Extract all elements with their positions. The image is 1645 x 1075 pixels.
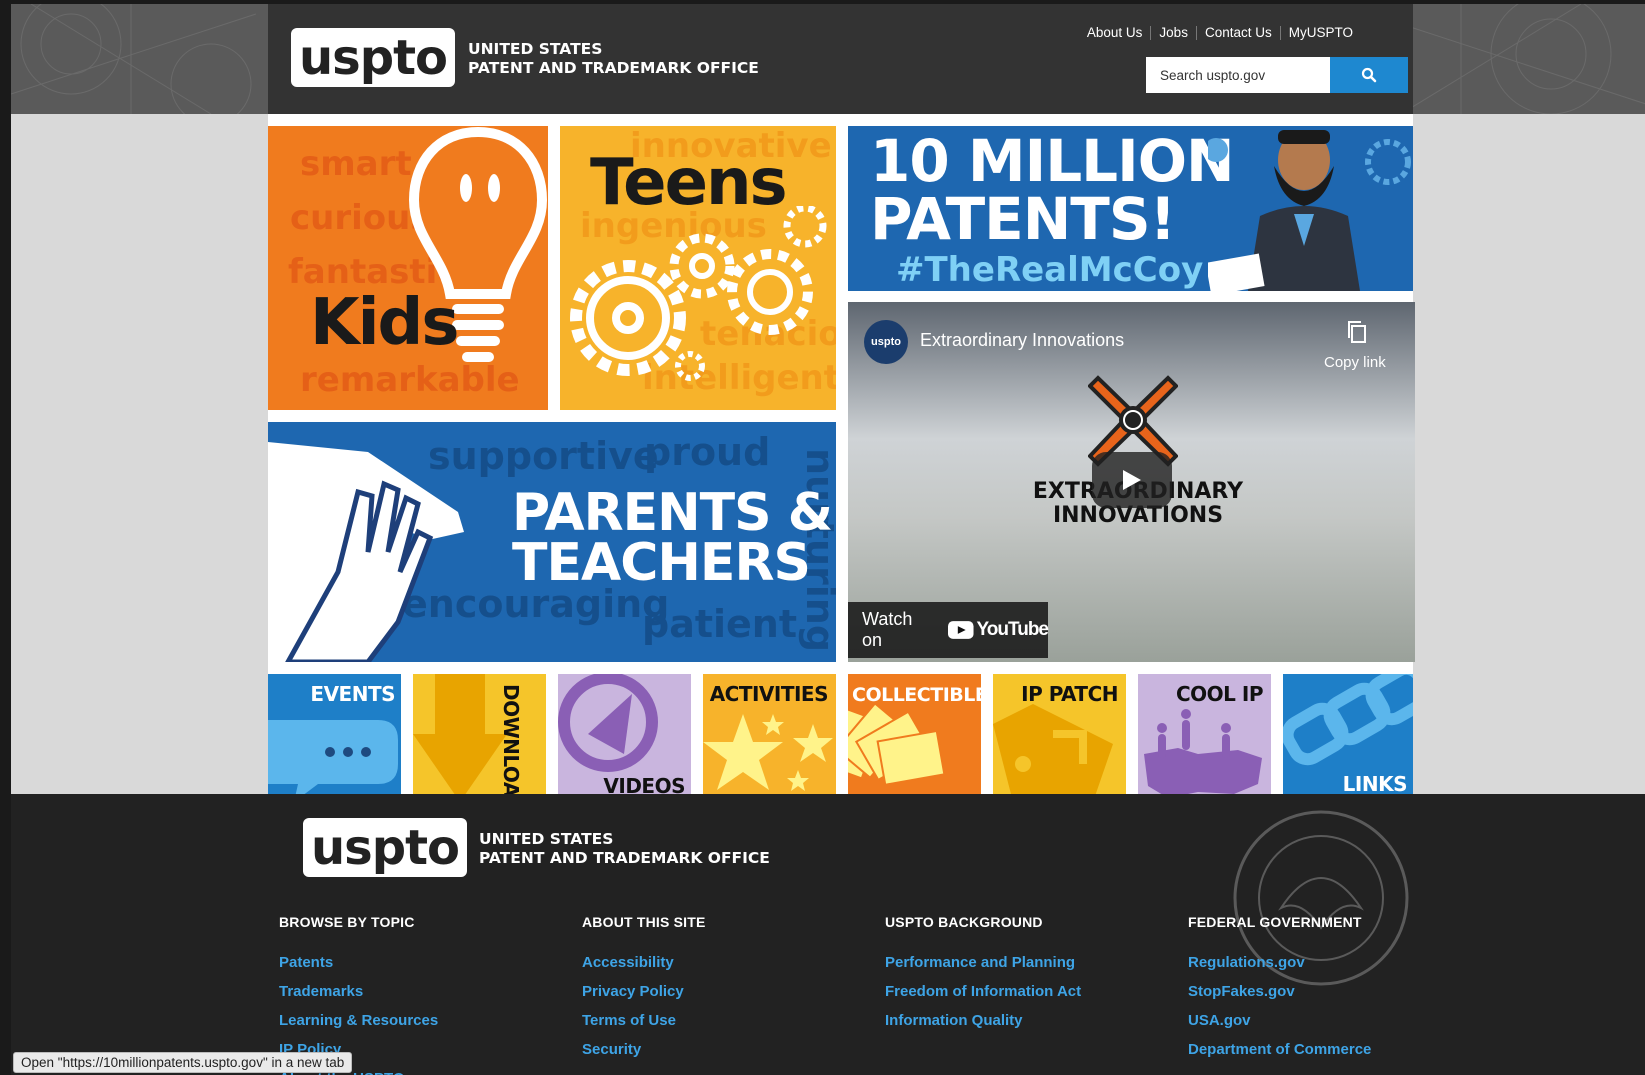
browser-page: uspto UNITED STATES PATENT AND TRADEMARK… xyxy=(11,4,1645,1075)
activities-tile[interactable]: ACTIVITIES xyxy=(703,674,836,802)
site-header: uspto UNITED STATES PATENT AND TRADEMARK… xyxy=(268,4,1413,114)
main-content: smart curious fantastic remarkable Kids … xyxy=(268,114,1415,802)
videos-tile[interactable]: VIDEOS xyxy=(558,674,691,802)
play-button[interactable] xyxy=(1092,452,1172,508)
activities-label: ACTIVITIES xyxy=(709,682,829,706)
decorative-pattern xyxy=(11,4,256,114)
download-arrow-icon xyxy=(413,674,507,802)
footer-column-browse: BROWSE BY TOPIC Patents Trademarks Learn… xyxy=(279,914,569,1075)
tile-word: patient xyxy=(642,602,798,646)
footer-link[interactable]: Performance and Planning xyxy=(885,950,1095,975)
search-icon xyxy=(1361,67,1377,83)
footer-link[interactable]: Department of Commerce xyxy=(1188,1037,1478,1062)
watch-on-youtube[interactable]: Watch on YouTube xyxy=(848,602,1049,658)
browser-status-bar: Open "https://10millionpatents.uspto.gov… xyxy=(13,1052,353,1073)
video-player[interactable]: uspto Extraordinary Innovations Copy lin… xyxy=(848,302,1415,662)
collectibles-label: COLLECTIBLES xyxy=(852,684,981,706)
hands-icon xyxy=(268,442,464,662)
channel-avatar[interactable]: uspto xyxy=(864,320,908,364)
ip-patch-label: IP PATCH xyxy=(1021,682,1118,706)
banner-hashtag: #TheRealMcCoy xyxy=(896,250,1204,290)
footer-heading: USPTO BACKGROUND xyxy=(885,914,1043,930)
cool-ip-label: COOL IP xyxy=(1176,682,1264,706)
play-icon xyxy=(1123,470,1141,490)
copy-link-label[interactable]: Copy link xyxy=(1324,354,1386,371)
footer-link[interactable]: Terms of Use xyxy=(582,1008,872,1033)
inventor-illustration xyxy=(1208,130,1411,291)
banner-headline: 10 MILLION PATENTS! xyxy=(870,127,1235,253)
utility-nav: About Us Jobs Contact Us MyUSPTO xyxy=(1079,26,1361,40)
search-form: Search uspto.gov xyxy=(1146,57,1408,93)
site-footer: uspto UNITED STATES PATENT AND TRADEMARK… xyxy=(11,794,1645,1075)
about-us-link[interactable]: About Us xyxy=(1079,26,1151,40)
footer-agency-name: UNITED STATES PATENT AND TRADEMARK OFFIC… xyxy=(479,830,770,867)
footer-heading: BROWSE BY TOPIC xyxy=(279,914,415,930)
footer-column-federal: FEDERAL GOVERNMENT Regulations.gov StopF… xyxy=(1188,914,1478,1066)
footer-link[interactable]: StopFakes.gov xyxy=(1188,979,1478,1004)
footer-link[interactable]: Accessibility xyxy=(582,950,872,975)
footer-link[interactable]: Regulations.gov xyxy=(1188,950,1478,975)
cool-ip-tile[interactable]: COOL IP xyxy=(1138,674,1271,802)
downloads-tile[interactable]: DOWNLOADS xyxy=(413,674,546,802)
uspto-logo[interactable]: uspto xyxy=(291,28,455,87)
youtube-icon xyxy=(948,621,974,639)
copy-icon[interactable] xyxy=(1345,320,1369,346)
kids-tile[interactable]: smart curious fantastic remarkable Kids xyxy=(268,126,548,410)
downloads-label: DOWNLOADS xyxy=(499,684,523,802)
agency-name: UNITED STATES PATENT AND TRADEMARK OFFIC… xyxy=(468,40,759,77)
footer-link[interactable]: Trademarks xyxy=(279,979,569,1004)
search-button[interactable] xyxy=(1330,57,1408,93)
tile-word: smart xyxy=(300,144,412,184)
footer-column-about: ABOUT THIS SITE Accessibility Privacy Po… xyxy=(582,914,872,1066)
parents-teachers-label: PARENTS & TEACHERS xyxy=(512,483,833,593)
footer-link[interactable]: Privacy Policy xyxy=(582,979,872,1004)
ip-patch-tile[interactable]: IP PATCH xyxy=(993,674,1126,802)
footer-heading: ABOUT THIS SITE xyxy=(582,914,706,930)
video-title[interactable]: Extraordinary Innovations xyxy=(920,330,1124,351)
parents-teachers-tile[interactable]: supportive proud nurturing encouraging p… xyxy=(268,422,836,662)
patch-icon xyxy=(993,704,1113,802)
cards-fan-icon xyxy=(848,704,946,786)
search-input[interactable]: Search uspto.gov xyxy=(1146,57,1330,93)
footer-link[interactable]: Patents xyxy=(279,950,569,975)
collectibles-tile[interactable]: COLLECTIBLES xyxy=(848,674,981,802)
footer-column-background: USPTO BACKGROUND Performance and Plannin… xyxy=(885,914,1095,1037)
footer-uspto-logo[interactable]: uspto xyxy=(303,818,467,877)
footer-heading: FEDERAL GOVERNMENT xyxy=(1188,914,1362,930)
stars-icon xyxy=(703,714,833,791)
footer-link[interactable]: USA.gov xyxy=(1188,1008,1478,1033)
links-label: LINKS xyxy=(1342,772,1408,796)
decorative-pattern xyxy=(1401,4,1645,114)
us-map-icon xyxy=(1144,709,1262,798)
footer-link[interactable]: Learning & Resources xyxy=(279,1008,569,1033)
links-tile[interactable]: LINKS xyxy=(1283,674,1413,802)
jobs-link[interactable]: Jobs xyxy=(1150,26,1196,40)
myuspto-link[interactable]: MyUSPTO xyxy=(1279,26,1361,40)
footer-link[interactable]: Security xyxy=(582,1037,872,1062)
speech-bubble-icon xyxy=(268,720,398,802)
tile-word: proud xyxy=(644,430,771,474)
footer-link[interactable]: Information Quality xyxy=(885,1008,1095,1033)
teens-tile[interactable]: innovative ingenious tenacious intellige… xyxy=(560,126,836,410)
ten-million-patents-banner[interactable]: 10 MILLION PATENTS! #TheRealMcCoy xyxy=(848,126,1413,291)
footer-link[interactable]: Freedom of Information Act xyxy=(885,979,1095,1004)
gears-icon xyxy=(570,206,827,381)
events-label: EVENTS xyxy=(310,682,395,706)
contact-us-link[interactable]: Contact Us xyxy=(1195,26,1280,40)
events-tile[interactable]: EVENTS xyxy=(268,674,401,802)
kids-label: Kids xyxy=(310,286,459,360)
